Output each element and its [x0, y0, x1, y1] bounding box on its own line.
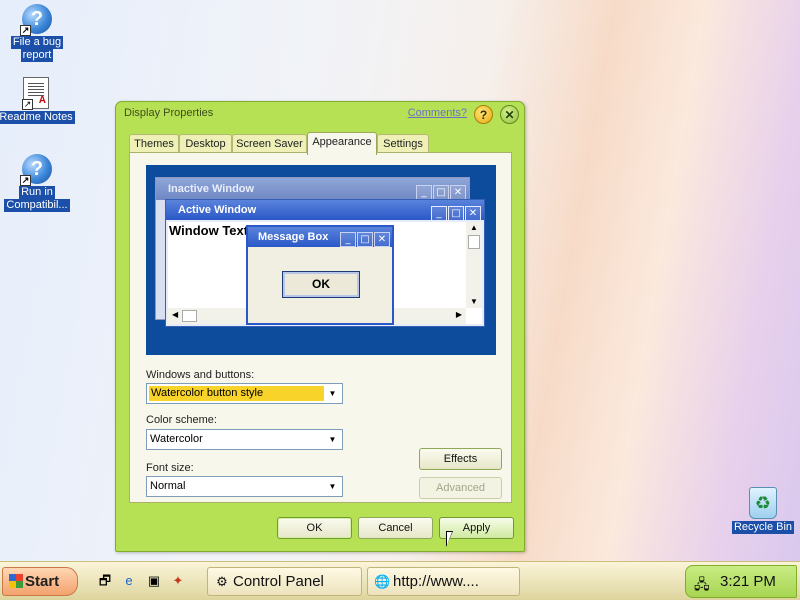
desktop-icon-run-in-compatibility[interactable]: ? ↗ Run in Compatibil...: [0, 154, 76, 212]
document-icon: A ↗: [22, 77, 49, 110]
maximize-icon: □: [448, 206, 464, 221]
chevron-down-icon: ▼: [328, 435, 337, 444]
preview-inactive-title: Inactive Window: [168, 183, 255, 195]
display-properties-window: Display Properties Comments? ? ✕ Themes …: [115, 101, 525, 552]
system-tray: 🖧 3:21 PM: [685, 565, 797, 598]
desktop-icon-label: Run in: [19, 186, 55, 199]
minimize-icon: _: [416, 185, 432, 200]
help-button[interactable]: ?: [474, 105, 493, 124]
advanced-button[interactable]: Advanced: [419, 477, 502, 499]
tab-appearance[interactable]: Appearance: [307, 132, 377, 155]
scroll-up-icon: ▲: [470, 223, 478, 232]
window-title: Display Properties: [124, 107, 214, 119]
scroll-left-icon: ◀: [172, 310, 179, 319]
desktop-icon-file-bug-report[interactable]: ? ↗ File a bug report: [0, 4, 76, 62]
chevron-down-icon: ▼: [328, 482, 337, 491]
network-icon[interactable]: 🖧: [694, 574, 710, 598]
clock[interactable]: 3:21 PM: [720, 573, 776, 590]
close-button[interactable]: ✕: [500, 105, 519, 124]
windows-logo-icon: [9, 574, 23, 588]
taskbar-item-browser[interactable]: 🌐 http://www....: [367, 567, 520, 596]
media-player-icon[interactable]: ▣: [146, 573, 162, 589]
taskbar-item-label: http://www....: [393, 573, 479, 590]
tab-screen-saver[interactable]: Screen Saver: [232, 134, 307, 154]
maximize-icon: □: [357, 232, 373, 247]
preview-ok-button: OK: [282, 271, 360, 298]
preview-vertical-scrollbar: ▲ ▼: [466, 222, 482, 308]
preview-message-box: Message Box _ □ ✕ OK: [246, 225, 394, 325]
control-panel-icon: ⚙: [216, 574, 228, 589]
taskbar: Start 🗗 e ▣ ✦ ⚙ Control Panel 🌐 http://www…: [0, 561, 800, 600]
effects-button[interactable]: Effects: [419, 448, 502, 470]
internet-explorer-icon[interactable]: e: [121, 573, 137, 589]
chevron-down-icon: ▼: [328, 389, 337, 398]
color-scheme-value: Watercolor: [150, 433, 203, 445]
desktop-icon-label: Readme Notes: [0, 111, 75, 124]
color-scheme-select[interactable]: Watercolor ▼: [146, 429, 343, 450]
browser-icon: 🌐: [374, 574, 391, 589]
ok-button[interactable]: OK: [277, 517, 352, 539]
desktop-icon-label: report: [20, 49, 54, 62]
close-icon: ✕: [374, 232, 390, 247]
messenger-icon[interactable]: ✦: [170, 573, 186, 589]
scroll-down-icon: ▼: [470, 297, 478, 306]
cancel-button[interactable]: Cancel: [358, 517, 433, 539]
minimize-icon: _: [431, 206, 447, 221]
font-size-label: Font size:: [146, 462, 194, 474]
desktop-icon-label: Recycle Bin: [731, 521, 795, 534]
windows-buttons-select[interactable]: Watercolor button style ▼: [146, 383, 343, 404]
desktop-icon-label: File a bug: [10, 36, 64, 49]
font-size-value: Normal: [150, 480, 186, 492]
help-icon: ? ↗: [20, 4, 52, 36]
taskbar-item-control-panel[interactable]: ⚙ Control Panel: [207, 567, 362, 596]
color-scheme-label: Color scheme:: [146, 414, 217, 426]
appearance-panel: Inactive Window _ □ ✕ Active Window _ □ ✕ Wi…: [129, 152, 512, 503]
windows-buttons-label: Windows and buttons:: [146, 369, 255, 381]
comments-link[interactable]: Comments?: [408, 107, 467, 119]
start-button[interactable]: Start: [2, 567, 78, 596]
tab-themes[interactable]: Themes: [129, 134, 179, 154]
mouse-pointer-icon: [446, 531, 453, 547]
help-icon: ? ↗: [20, 154, 52, 186]
start-label: Start: [25, 573, 60, 590]
desktop-icon-label: Compatibil...: [4, 199, 70, 212]
minimize-icon: _: [340, 232, 356, 247]
preview-window-text: Window Text: [169, 223, 249, 238]
title-bar[interactable]: Display Properties Comments? ? ✕: [116, 102, 524, 126]
font-size-select[interactable]: Normal ▼: [146, 476, 343, 497]
windows-buttons-value: Watercolor button style: [149, 386, 324, 401]
show-desktop-icon[interactable]: 🗗: [97, 573, 113, 589]
appearance-preview: Inactive Window _ □ ✕ Active Window _ □ ✕ Wi…: [146, 165, 496, 355]
tab-settings[interactable]: Settings: [377, 134, 429, 154]
tab-desktop[interactable]: Desktop: [179, 134, 232, 154]
preview-active-title: Active Window: [178, 204, 257, 216]
preview-message-box-title: Message Box: [258, 231, 329, 243]
recycle-bin-icon: ♻: [749, 487, 777, 519]
desktop-icon-readme-notes[interactable]: A ↗ Readme Notes: [0, 77, 75, 124]
scroll-right-icon: ▶: [455, 310, 462, 319]
maximize-icon: □: [433, 185, 449, 200]
desktop-icon-recycle-bin[interactable]: ♻ Recycle Bin: [724, 487, 800, 534]
close-icon: ✕: [450, 185, 466, 200]
taskbar-item-label: Control Panel: [233, 573, 324, 590]
close-icon: ✕: [465, 206, 481, 221]
